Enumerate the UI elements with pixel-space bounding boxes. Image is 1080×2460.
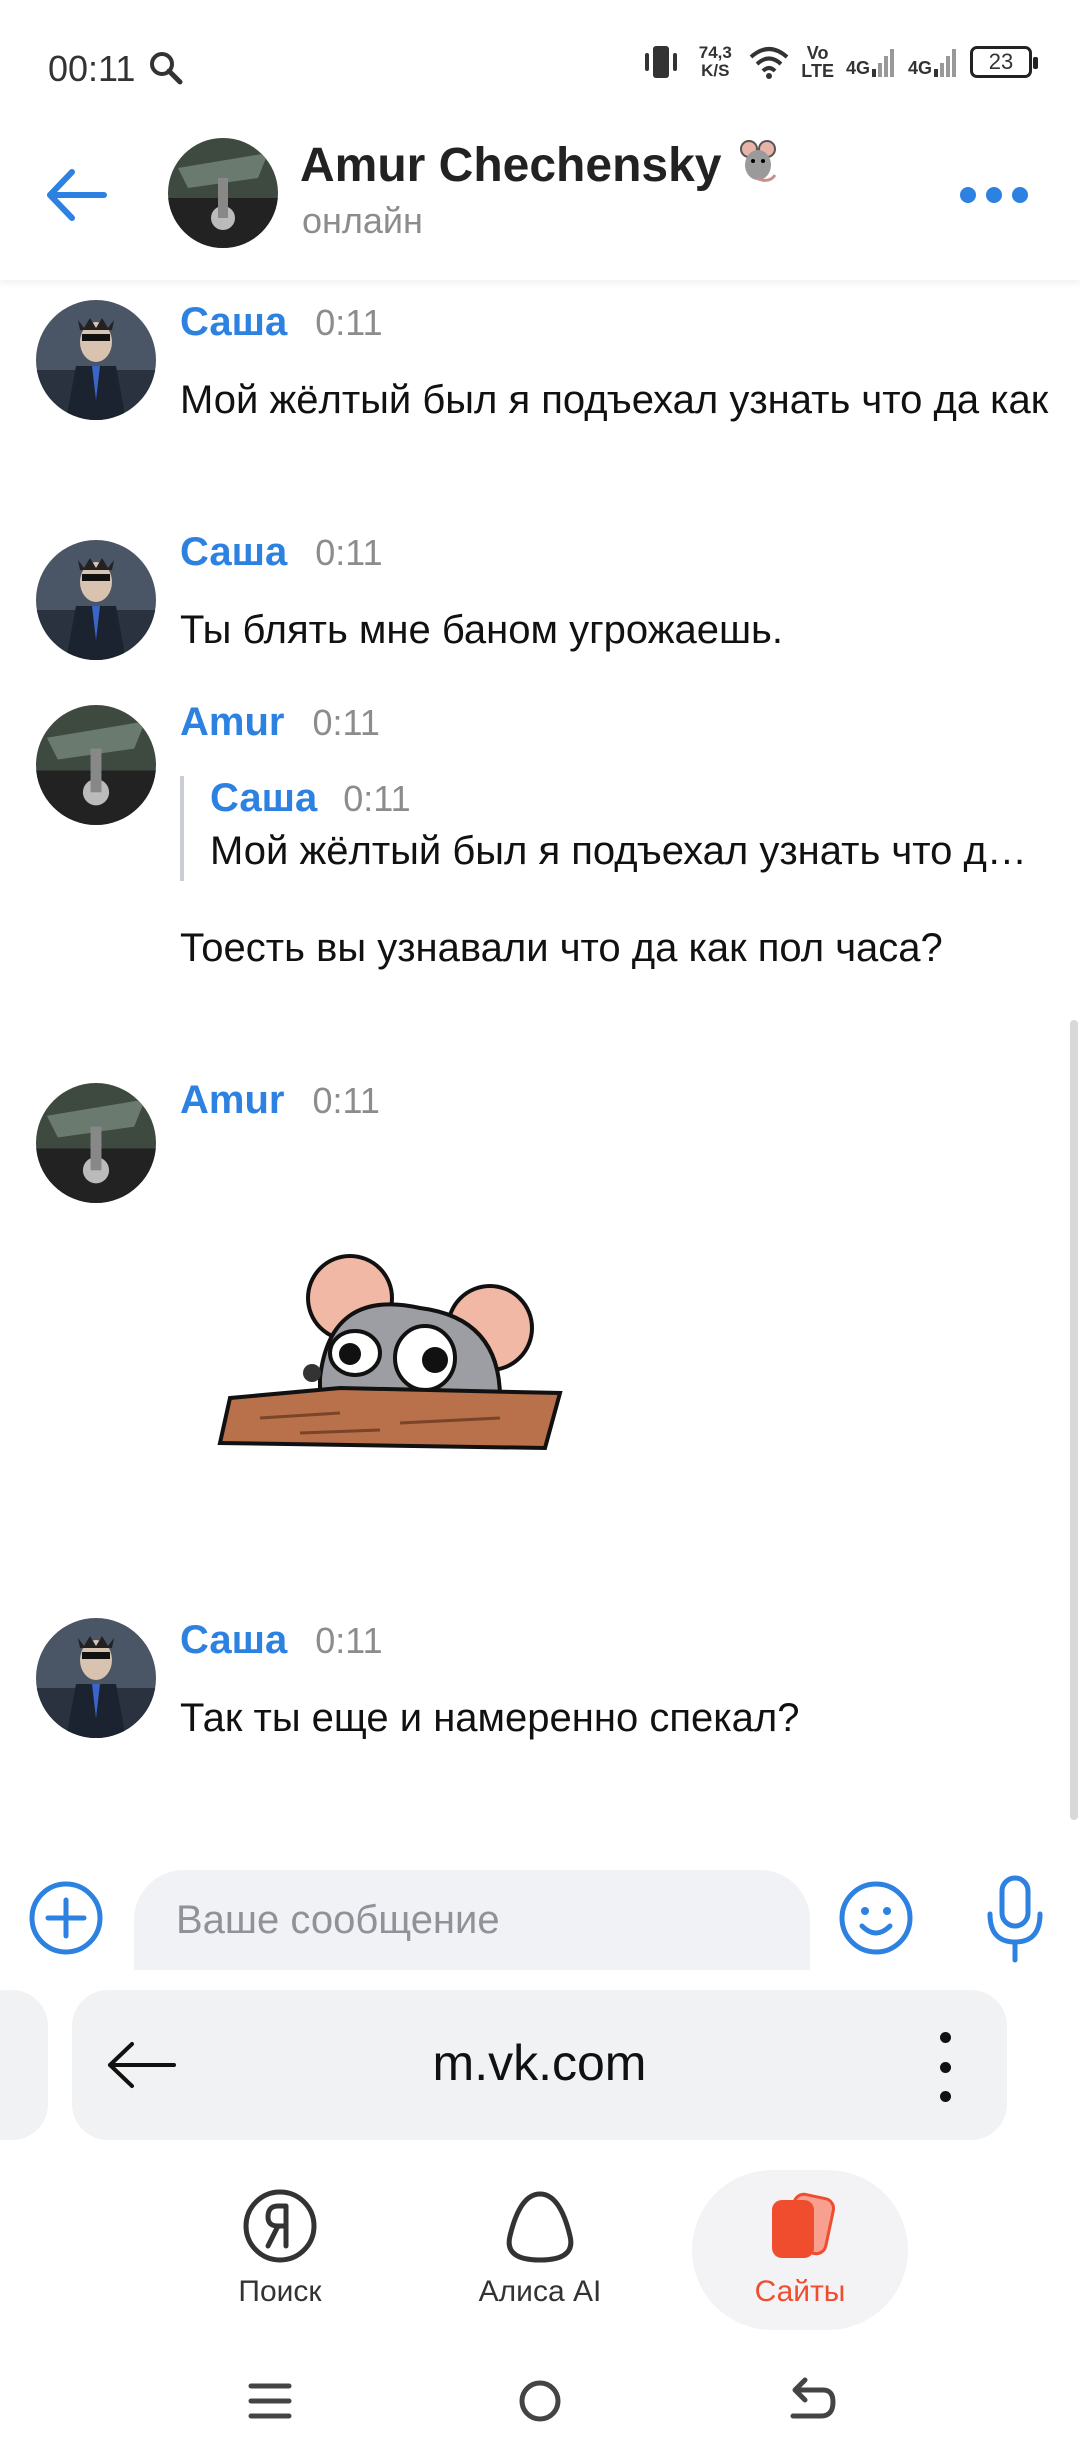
speed-unit: K/S (701, 61, 730, 80)
reply-text: Мой жёлтый был я подъехал узнать что да … (210, 829, 1040, 873)
message-item: Саша 0:11 Так ты еще и намеренно спекал? (0, 1618, 1080, 1778)
message-item: Саша 0:11 Ты блять мне баном угрожаешь. (0, 530, 1080, 670)
vibrate-icon (645, 46, 678, 78)
reply-header: Саша 0:11 (210, 776, 1050, 821)
message-text: Тоесть вы узнавали что да как пол часа? (180, 926, 943, 970)
message-author[interactable]: Amur (180, 1078, 284, 1123)
network-speed: 74,3 K/S (693, 44, 737, 80)
sites-tabs-icon (772, 2192, 836, 2258)
message-item: Amur 0:11 (0, 1078, 1080, 1558)
message-item: Amur 0:11 Саша 0:11 Мой жёлтый был я под… (0, 700, 1080, 1040)
nav-search[interactable]: Поиск (180, 2170, 380, 2330)
url-bar[interactable]: m.vk.com (72, 1990, 1007, 2140)
nav-search-label: Поиск (238, 2275, 322, 2308)
net-type-1: 4G (845, 58, 870, 78)
previous-tab[interactable] (0, 1990, 48, 2140)
avatar[interactable] (36, 1083, 156, 1203)
volte-bottom: LTE (801, 61, 834, 81)
avatar[interactable] (36, 300, 156, 420)
signal-1: 4G (846, 47, 896, 77)
emoji-icon[interactable] (838, 1880, 914, 1956)
wifi-icon (749, 47, 789, 79)
message-composer (0, 1860, 1080, 1980)
message-time: 0:11 (312, 702, 380, 743)
scrollbar[interactable] (1070, 1020, 1078, 1820)
speed-value: 74,3 (698, 43, 732, 62)
message-item: Саша 0:11 Мой жёлтый был я подъехал узна… (0, 300, 1080, 500)
status-time: 00:11 (48, 48, 136, 89)
contact-name-text: Amur Chechensky (300, 139, 722, 192)
message-header: Саша 0:11 (180, 300, 383, 345)
avatar[interactable] (36, 540, 156, 660)
nav-sites-label: Сайты (754, 2275, 846, 2308)
message-time: 0:11 (315, 302, 383, 343)
contact-status: онлайн (302, 200, 423, 241)
message-input[interactable] (134, 1870, 810, 1970)
chat-header: Amur Chechensky онлайн (0, 120, 1080, 280)
battery-icon: 23 (970, 46, 1038, 78)
microphone-icon[interactable] (980, 1874, 1050, 1964)
yandex-search-icon (243, 2189, 317, 2263)
net-type-2: 4G (907, 58, 932, 78)
volte-top: Vo (806, 43, 829, 63)
nav-sites[interactable]: Сайты (692, 2170, 908, 2330)
message-header: Саша 0:11 (180, 1618, 383, 1663)
volte-badge: Vo LTE (801, 44, 834, 80)
message-time: 0:11 (315, 1620, 383, 1661)
message-time: 0:11 (312, 1080, 380, 1121)
nav-alice-label: Алиса AI (478, 2275, 602, 2308)
url-text[interactable]: m.vk.com (72, 2034, 1007, 2092)
signal-icon (871, 49, 894, 77)
back-arrow-icon[interactable] (42, 160, 112, 230)
rat-peeking-sticker[interactable] (200, 1248, 590, 1458)
menu-icon[interactable] (235, 2366, 305, 2436)
status-bar: 00:11 74,3 K/S Vo LTE 4G 4G 23 (0, 0, 1080, 120)
message-author[interactable]: Amur (180, 700, 284, 745)
browser-bar: m.vk.com (0, 1980, 1080, 2160)
battery-level: 23 (988, 49, 1014, 74)
nav-alice[interactable]: Алиса AI (440, 2170, 640, 2330)
message-header: Саша 0:11 (180, 530, 383, 575)
message-text: Так ты еще и намеренно спекал? (180, 1696, 800, 1740)
home-icon[interactable] (505, 2366, 575, 2436)
message-author[interactable]: Саша (180, 530, 287, 575)
reply-quote[interactable]: Саша 0:11 Мой жёлтый был я подъехал узна… (180, 776, 1050, 881)
add-attachment-icon[interactable] (28, 1880, 104, 1956)
rat-emoji-icon (739, 140, 777, 182)
signal-2: 4G (908, 47, 958, 77)
message-time: 0:11 (315, 532, 383, 573)
contact-name[interactable]: Amur Chechensky (300, 138, 781, 193)
avatar[interactable] (36, 705, 156, 825)
reply-time: 0:11 (343, 778, 411, 819)
browser-menu-icon[interactable] (935, 2032, 955, 2102)
message-author[interactable]: Саша (180, 300, 287, 345)
back-icon[interactable] (775, 2366, 845, 2436)
system-navigation (0, 2340, 1080, 2460)
message-text: Мой жёлтый был я подъехал узнать что да … (180, 378, 1049, 422)
avatar[interactable] (36, 1618, 156, 1738)
message-author[interactable]: Саша (180, 1618, 287, 1663)
message-header: Amur 0:11 (180, 700, 380, 745)
message-text: Ты блять мне баном угрожаешь. (180, 608, 783, 652)
reply-author: Саша (210, 776, 318, 820)
contact-avatar[interactable] (168, 138, 278, 248)
signal-icon (934, 49, 956, 77)
more-options-icon[interactable] (960, 180, 1030, 210)
search-icon (150, 52, 183, 85)
message-header: Amur 0:11 (180, 1078, 380, 1123)
alice-icon (506, 2191, 574, 2263)
browser-bottom-nav: Поиск Алиса AI Сайты (0, 2160, 1080, 2340)
